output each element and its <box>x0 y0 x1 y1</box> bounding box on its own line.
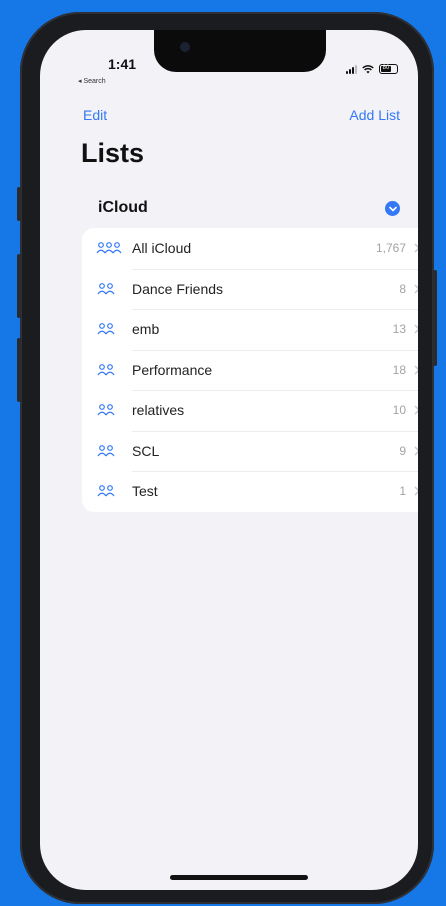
contact-lists: All iCloud 1,767 Dance Friends 8 emb 13 … <box>82 228 418 512</box>
edit-button[interactable]: Edit <box>83 107 107 123</box>
list-count: 18 <box>392 362 406 377</box>
screen: 1:41 ◂ Search 80 Edit Add List Lists iCl… <box>40 30 418 890</box>
home-indicator[interactable] <box>170 875 308 880</box>
list-row[interactable]: Performance 18 <box>82 349 418 391</box>
chevron-right-icon <box>414 486 418 496</box>
list-row[interactable]: relatives 10 <box>82 390 418 431</box>
people-icon <box>96 484 122 498</box>
volume-down-button <box>17 338 21 402</box>
back-to-search-link[interactable]: ◂ Search <box>78 77 106 85</box>
list-row[interactable]: emb 13 <box>82 309 418 350</box>
group-people-icon <box>96 241 122 255</box>
people-icon <box>96 282 122 296</box>
chevron-right-icon <box>414 284 418 294</box>
status-time: 1:41 <box>108 56 137 72</box>
power-button <box>433 270 437 366</box>
people-icon <box>96 322 122 336</box>
chevron-right-icon <box>414 446 418 456</box>
list-label: Test <box>132 483 158 500</box>
list-count: 1 <box>399 484 406 499</box>
chevron-right-icon <box>414 365 418 375</box>
camera <box>180 42 190 52</box>
people-icon <box>96 363 122 377</box>
list-label: relatives <box>132 402 185 419</box>
list-row[interactable]: Test 1 <box>82 471 418 512</box>
list-row[interactable]: Dance Friends 8 <box>82 268 418 310</box>
battery-level: 80 <box>381 65 391 72</box>
list-label: Performance <box>132 361 213 378</box>
people-icon <box>96 444 122 458</box>
battery-icon: 80 <box>379 64 398 74</box>
list-count: 10 <box>392 403 406 418</box>
chevron-right-icon <box>414 405 418 415</box>
status-icons: 80 <box>346 64 398 74</box>
cellular-signal-icon <box>346 64 357 74</box>
notch <box>154 30 326 72</box>
chevron-right-icon <box>414 243 418 253</box>
list-row[interactable]: All iCloud 1,767 <box>82 228 418 269</box>
wifi-icon <box>362 65 374 74</box>
collapse-chevron-icon[interactable] <box>385 201 400 216</box>
list-label: All iCloud <box>132 240 192 257</box>
add-list-button[interactable]: Add List <box>349 107 400 123</box>
list-row[interactable]: SCL 9 <box>82 430 418 472</box>
volume-up-button <box>17 254 21 318</box>
page-title: Lists <box>81 138 145 168</box>
list-count: 8 <box>399 281 406 296</box>
list-count: 13 <box>392 322 406 337</box>
action-button <box>17 187 21 221</box>
people-icon <box>96 403 122 417</box>
list-count: 1,767 <box>375 241 406 256</box>
section-header-icloud[interactable]: iCloud <box>98 199 148 217</box>
list-label: emb <box>132 321 160 338</box>
list-label: Dance Friends <box>132 280 224 297</box>
list-label: SCL <box>132 442 160 459</box>
phone-frame: 1:41 ◂ Search 80 Edit Add List Lists iCl… <box>17 12 437 904</box>
list-count: 9 <box>399 443 406 458</box>
chevron-right-icon <box>414 324 418 334</box>
